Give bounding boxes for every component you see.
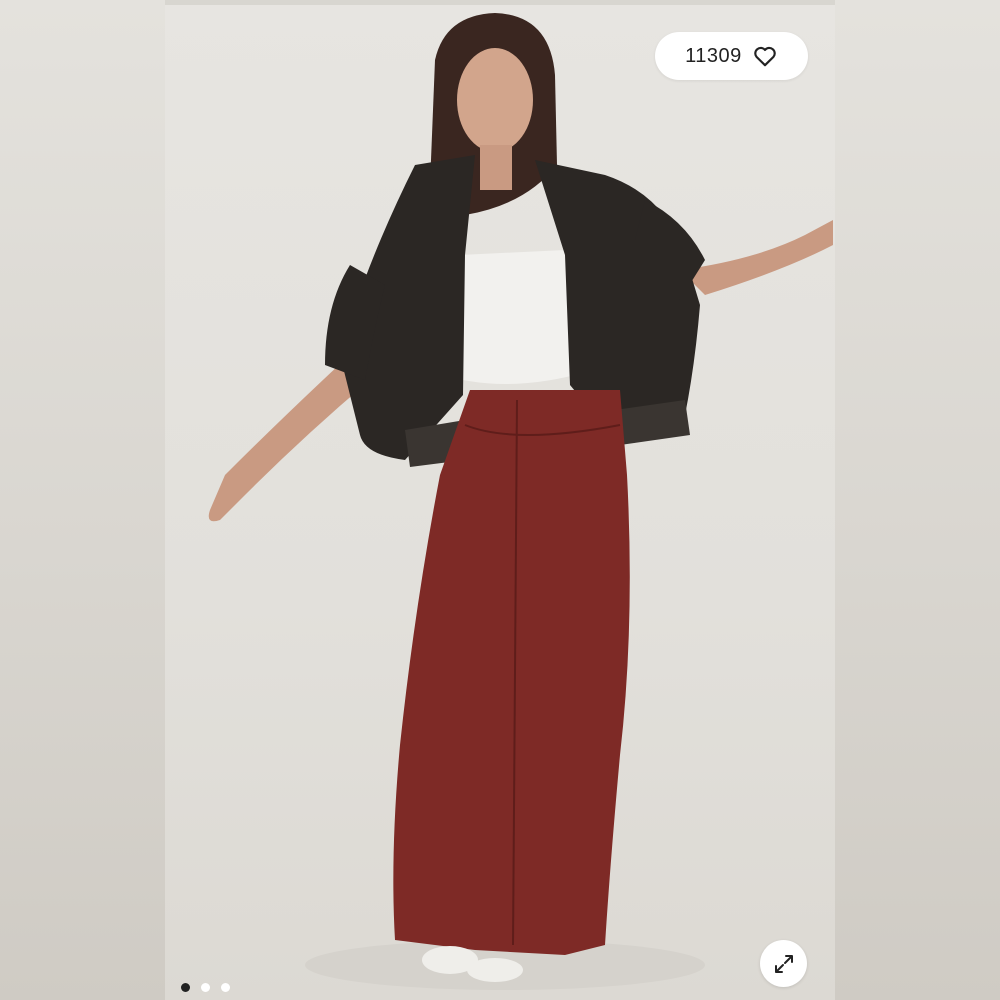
like-button[interactable]: 11309 xyxy=(655,32,808,80)
carousel-dot-1[interactable] xyxy=(181,983,190,992)
carousel-indicator xyxy=(181,983,230,992)
carousel-dot-3[interactable] xyxy=(221,983,230,992)
background-blur-right xyxy=(835,0,1000,1000)
heart-outline-icon xyxy=(754,46,776,67)
background-blur-left xyxy=(0,0,165,1000)
expand-button[interactable] xyxy=(760,940,807,987)
model-illustration xyxy=(208,13,833,990)
carousel-dot-2[interactable] xyxy=(201,983,210,992)
expand-arrows-icon xyxy=(774,954,793,973)
like-count: 11309 xyxy=(685,44,742,67)
product-photo[interactable] xyxy=(165,5,835,1000)
